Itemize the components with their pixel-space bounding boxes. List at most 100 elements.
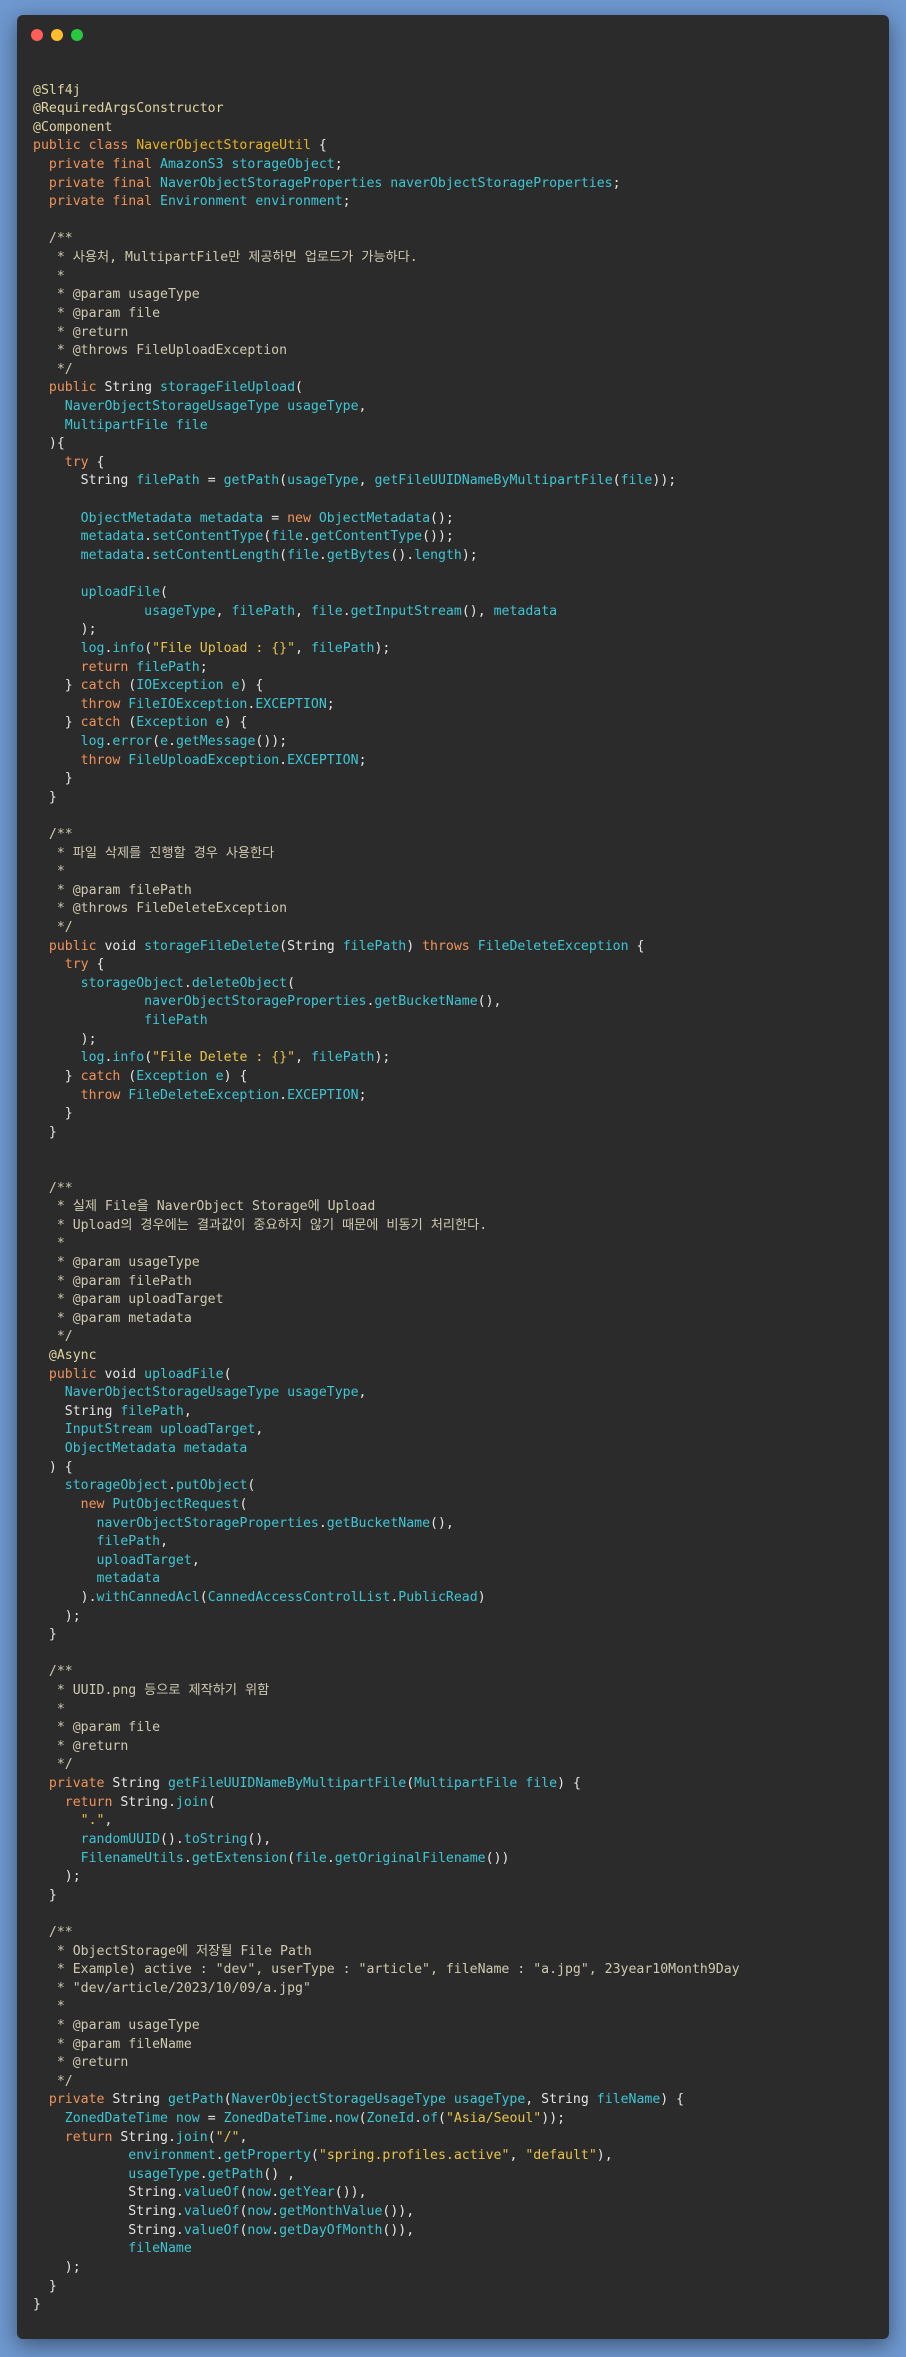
code-token: usageType bbox=[128, 2166, 200, 2182]
code-token: AmazonS3 storageObject bbox=[160, 157, 335, 173]
code-line: } catch (IOException e) { bbox=[33, 677, 740, 696]
code-token: public class bbox=[33, 138, 137, 154]
code-line: storageObject.putObject( bbox=[33, 1477, 740, 1496]
code-token: getPath bbox=[168, 2092, 224, 2108]
code-token: * @return bbox=[33, 324, 129, 340]
code-line: */ bbox=[33, 1328, 740, 1347]
code-token: * @param usageType bbox=[33, 2017, 200, 2033]
code-token: FileDeleteException bbox=[128, 1087, 280, 1103]
code-line: * @param filePath bbox=[33, 882, 740, 901]
code-line: * "dev/article/2023/10/09/a.jpg" bbox=[33, 1980, 740, 1999]
code-line: ) { bbox=[33, 1459, 740, 1478]
code-line: try { bbox=[33, 454, 740, 473]
code-token: getBytes bbox=[326, 547, 391, 563]
code-line: log.error(e.getMessage()); bbox=[33, 733, 740, 752]
code-line: naverObjectStorageProperties.getBucketNa… bbox=[33, 1515, 740, 1534]
code-token: . bbox=[326, 1850, 335, 1866]
code-token: * bbox=[33, 1701, 65, 1717]
code-token: @Async bbox=[48, 1348, 97, 1364]
code-token: ( bbox=[287, 975, 296, 991]
code-token: getContentType bbox=[310, 529, 423, 545]
code-line: * @param usageType bbox=[33, 286, 740, 305]
code-token: } bbox=[33, 2278, 57, 2294]
code-token: ); bbox=[33, 1031, 97, 1047]
code-token: . bbox=[318, 547, 327, 563]
code-token: * ObjectStorage에 저장될 File Path bbox=[33, 1943, 312, 1959]
code-line: * bbox=[33, 1701, 740, 1720]
code-line: */ bbox=[33, 361, 740, 380]
code-token: ()), bbox=[382, 2222, 415, 2238]
code-token: (), bbox=[247, 1831, 272, 1847]
code-line: } bbox=[33, 770, 740, 789]
maximize-window-button[interactable] bbox=[71, 29, 83, 41]
code-token: return bbox=[80, 659, 137, 675]
code-token: "." bbox=[80, 1813, 105, 1829]
code-token: private final bbox=[48, 175, 161, 191]
code-token: filePath bbox=[310, 640, 375, 656]
code-token: * @throws FileDeleteException bbox=[33, 901, 288, 917]
code-line: String filePath, bbox=[33, 1403, 740, 1422]
code-token: MultipartFile file bbox=[414, 1776, 558, 1792]
code-line: storageObject.deleteObject( bbox=[33, 975, 740, 994]
close-window-button[interactable] bbox=[31, 29, 43, 41]
code-token: join bbox=[175, 1794, 208, 1810]
code-token: ; bbox=[612, 175, 621, 191]
code-token: filePath bbox=[231, 603, 296, 619]
code-token: return bbox=[64, 2129, 121, 2145]
code-token: EXCEPTION bbox=[287, 1087, 359, 1103]
code-token: , bbox=[358, 398, 367, 414]
code-line: } bbox=[33, 1124, 740, 1143]
code-token: String. bbox=[33, 2222, 184, 2238]
code-token: String bbox=[112, 1776, 168, 1792]
code-token: */ bbox=[33, 361, 73, 377]
code-token: throw bbox=[80, 752, 129, 768]
minimize-window-button[interactable] bbox=[51, 29, 63, 41]
code-token: * Upload의 경우에는 결과값이 중요하지 않기 때문에 비동기 처리한다… bbox=[33, 1217, 488, 1233]
code-token: ZonedDateTime now bbox=[64, 2111, 200, 2127]
code-line: * @param filePath bbox=[33, 1273, 740, 1292]
code-token: . bbox=[168, 733, 176, 749]
code-line: public class NaverObjectStorageUtil { bbox=[33, 137, 740, 156]
code-token: private bbox=[48, 1776, 113, 1792]
code-token: . bbox=[183, 1850, 192, 1866]
code-line: * @return bbox=[33, 324, 740, 343]
code-line: } bbox=[33, 1626, 740, 1645]
code-token: , String bbox=[525, 2092, 597, 2108]
code-token: ()); bbox=[422, 529, 454, 545]
code-token: FileIOException bbox=[128, 696, 248, 712]
code-token: filePath bbox=[96, 1534, 161, 1550]
code-line: * 파일 삭제를 진행할 경우 사용한다 bbox=[33, 845, 740, 864]
code-token: metadata bbox=[96, 1571, 161, 1587]
code-token: . bbox=[303, 529, 311, 545]
code-token: /** bbox=[33, 231, 73, 247]
code-token: */ bbox=[33, 920, 73, 936]
code-line: /** bbox=[33, 1663, 740, 1682]
code-token: NaverObjectStorageUsageType usageType bbox=[64, 1385, 359, 1401]
code-token: ) { bbox=[239, 678, 264, 694]
code-token: * bbox=[33, 1236, 65, 1252]
code-token: . bbox=[271, 2185, 280, 2201]
code-line: * @param fileName bbox=[33, 2036, 740, 2055]
code-block[interactable]: @Slf4j @RequiredArgsConstructor @Component… bbox=[33, 63, 740, 2315]
code-token: "default" bbox=[525, 2148, 597, 2164]
code-token: ); bbox=[374, 640, 391, 656]
code-line: naverObjectStorageProperties.getBucketNa… bbox=[33, 993, 740, 1012]
code-token: getMonthValue bbox=[279, 2204, 383, 2220]
code-line: randomUUID().toString(), bbox=[33, 1831, 740, 1850]
code-line: ){ bbox=[33, 435, 740, 454]
code-token: storageFileDelete bbox=[144, 938, 280, 954]
code-token: @Slf4j bbox=[33, 82, 81, 98]
code-token: . bbox=[342, 603, 351, 619]
code-token: ( bbox=[406, 1776, 415, 1792]
code-token: ; bbox=[334, 157, 343, 173]
